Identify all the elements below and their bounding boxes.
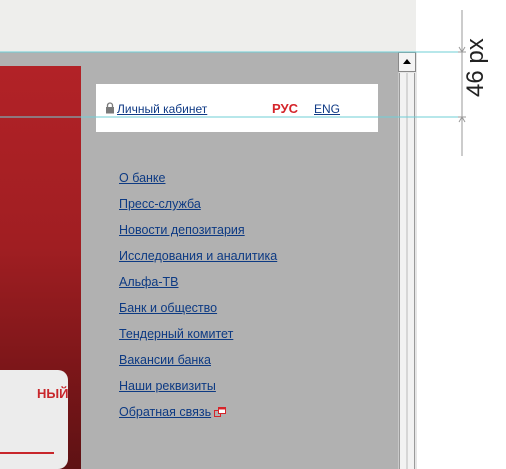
dimension-label: 46 px [462, 38, 489, 97]
measurement-overlay [0, 10, 466, 156]
